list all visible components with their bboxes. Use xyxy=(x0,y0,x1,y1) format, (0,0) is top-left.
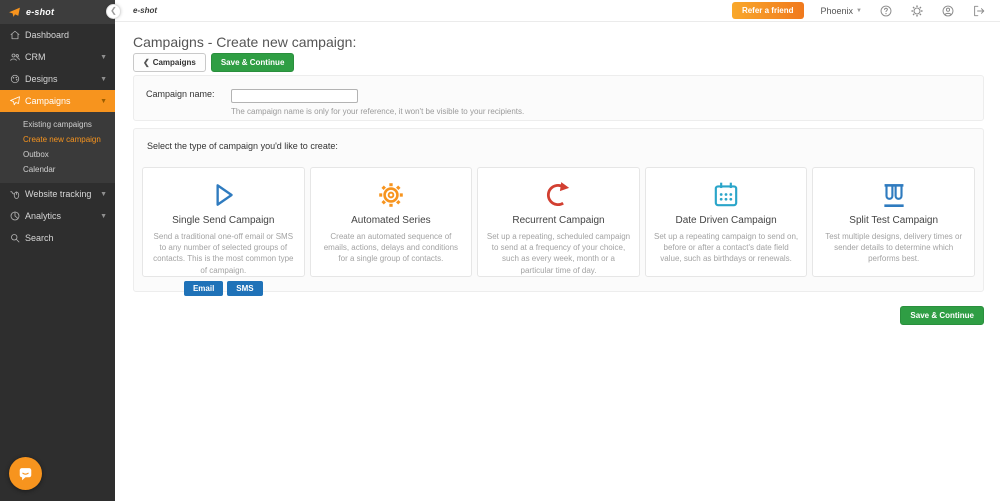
card-split-test-campaign[interactable]: Split Test Campaign Test multiple design… xyxy=(812,167,975,277)
back-to-campaigns-button[interactable]: ❮Campaigns xyxy=(133,53,206,72)
campaign-name-input[interactable] xyxy=(231,89,358,103)
campaigns-submenu: Existing campaigns Create new campaign O… xyxy=(0,112,115,183)
account-name: Phoenix xyxy=(821,6,854,16)
card-title: Split Test Campaign xyxy=(813,215,974,226)
card-title: Automated Series xyxy=(311,215,472,226)
card-date-driven-campaign[interactable]: Date Driven Campaign Set up a repeating … xyxy=(645,167,808,277)
mouse-icon xyxy=(9,188,21,200)
magnifier-icon xyxy=(9,232,21,244)
sidebar-item-search[interactable]: Search xyxy=(0,227,115,249)
campaign-name-label: Campaign name: xyxy=(146,86,231,120)
campaign-type-prompt: Select the type of campaign you'd like t… xyxy=(147,141,975,151)
sidebar-logo-text: e-shot xyxy=(26,7,54,17)
topbar-right-cluster: Refer a friend Phoenix ▼ xyxy=(732,2,986,19)
home-icon xyxy=(9,29,21,41)
chevron-down-icon: ▼ xyxy=(100,98,107,105)
sidebar-item-website-tracking[interactable]: Website tracking ▼ xyxy=(0,183,115,205)
sidebar-item-label: Analytics xyxy=(25,211,61,221)
account-icon xyxy=(941,4,955,18)
card-recurrent-campaign[interactable]: Recurrent Campaign Set up a repeating, s… xyxy=(477,167,640,277)
sidebar-item-dashboard[interactable]: Dashboard xyxy=(0,24,115,46)
chat-bubble-icon xyxy=(16,464,35,483)
card-single-send-campaign[interactable]: Single Send Campaign Send a traditional … xyxy=(142,167,305,277)
card-automated-series[interactable]: Automated Series Create an automated seq… xyxy=(310,167,473,277)
split-tubes-icon xyxy=(813,178,974,212)
sidebar-item-designs[interactable]: Designs ▼ xyxy=(0,68,115,90)
refer-a-friend-button[interactable]: Refer a friend xyxy=(732,2,804,19)
sidebar-collapse-button[interactable]: ❮ xyxy=(106,4,121,19)
help-button[interactable] xyxy=(879,4,893,18)
gear-icon xyxy=(910,4,924,18)
play-triangle-icon xyxy=(143,178,304,212)
card-title: Date Driven Campaign xyxy=(646,215,807,226)
account-menu[interactable]: Phoenix ▼ xyxy=(821,6,862,16)
campaign-type-cards: Single Send Campaign Send a traditional … xyxy=(142,167,975,277)
sidebar-item-campaigns[interactable]: Campaigns ▼ xyxy=(0,90,115,112)
submenu-item-existing-campaigns[interactable]: Existing campaigns xyxy=(0,117,115,132)
back-button-label: Campaigns xyxy=(153,58,196,67)
logout-button[interactable] xyxy=(972,4,986,18)
campaign-name-field-group: The campaign name is only for your refer… xyxy=(231,86,524,120)
topbar: e-shot Refer a friend Phoenix ▼ xyxy=(115,0,1000,22)
account-settings-button[interactable] xyxy=(941,4,955,18)
save-continue-button-top[interactable]: Save & Continue xyxy=(211,53,295,72)
chevron-down-icon: ▼ xyxy=(100,213,107,220)
chat-launcher-button[interactable] xyxy=(9,457,42,490)
campaign-type-panel: Select the type of campaign you'd like t… xyxy=(133,128,984,292)
main-content: Campaigns - Create new campaign: ❮Campai… xyxy=(115,22,1000,501)
campaign-name-panel: Campaign name: The campaign name is only… xyxy=(133,75,984,121)
top-action-bar: ❮Campaigns Save & Continue xyxy=(133,53,294,72)
users-icon xyxy=(9,51,21,63)
pie-chart-icon xyxy=(9,210,21,222)
save-continue-button-bottom[interactable]: Save & Continue xyxy=(900,306,984,325)
sidebar-item-label: Website tracking xyxy=(25,189,91,199)
sidebar-item-label: CRM xyxy=(25,52,46,62)
single-send-buttons: Email SMS xyxy=(143,281,304,296)
card-description: Test multiple designs, delivery times or… xyxy=(813,231,974,265)
paper-plane-logo-icon xyxy=(8,6,21,19)
card-description: Set up a repeating campaign to send on, … xyxy=(646,231,807,265)
sidebar-item-analytics[interactable]: Analytics ▼ xyxy=(0,205,115,227)
circular-arrow-icon xyxy=(478,178,639,212)
campaign-name-hint: The campaign name is only for your refer… xyxy=(231,107,524,116)
submenu-item-outbox[interactable]: Outbox xyxy=(0,147,115,162)
chevron-down-icon: ▼ xyxy=(100,76,107,83)
submenu-item-create-new-campaign[interactable]: Create new campaign xyxy=(0,132,115,147)
logout-icon xyxy=(972,4,986,18)
card-description: Send a traditional one-off email or SMS … xyxy=(143,231,304,276)
sidebar: e-shot Dashboard CRM ▼ Designs ▼ Campaig… xyxy=(0,0,115,501)
chevron-down-icon: ▼ xyxy=(856,8,862,14)
sidebar-item-crm[interactable]: CRM ▼ xyxy=(0,46,115,68)
chevron-down-icon: ▼ xyxy=(100,54,107,61)
card-title: Single Send Campaign xyxy=(143,215,304,226)
card-title: Recurrent Campaign xyxy=(478,215,639,226)
card-description: Create an automated sequence of emails, … xyxy=(311,231,472,265)
sidebar-item-label: Dashboard xyxy=(25,30,69,40)
chevron-down-icon: ▼ xyxy=(100,191,107,198)
help-icon xyxy=(879,4,893,18)
paper-plane-icon xyxy=(9,95,21,107)
sms-button[interactable]: SMS xyxy=(227,281,262,296)
topbar-logo-text: e-shot xyxy=(133,6,157,15)
calendar-icon xyxy=(646,178,807,212)
card-description: Set up a repeating, scheduled campaign t… xyxy=(478,231,639,276)
gear-icon xyxy=(311,178,472,212)
sidebar-item-label: Designs xyxy=(25,74,58,84)
palette-icon xyxy=(9,73,21,85)
sidebar-item-label: Search xyxy=(25,233,54,243)
settings-button[interactable] xyxy=(910,4,924,18)
sidebar-logo: e-shot xyxy=(0,0,115,24)
chevron-left-icon: ❮ xyxy=(143,58,150,67)
submenu-item-calendar[interactable]: Calendar xyxy=(0,162,115,177)
sidebar-item-label: Campaigns xyxy=(25,96,71,106)
page-title: Campaigns - Create new campaign: xyxy=(133,34,356,50)
email-button[interactable]: Email xyxy=(184,281,223,296)
